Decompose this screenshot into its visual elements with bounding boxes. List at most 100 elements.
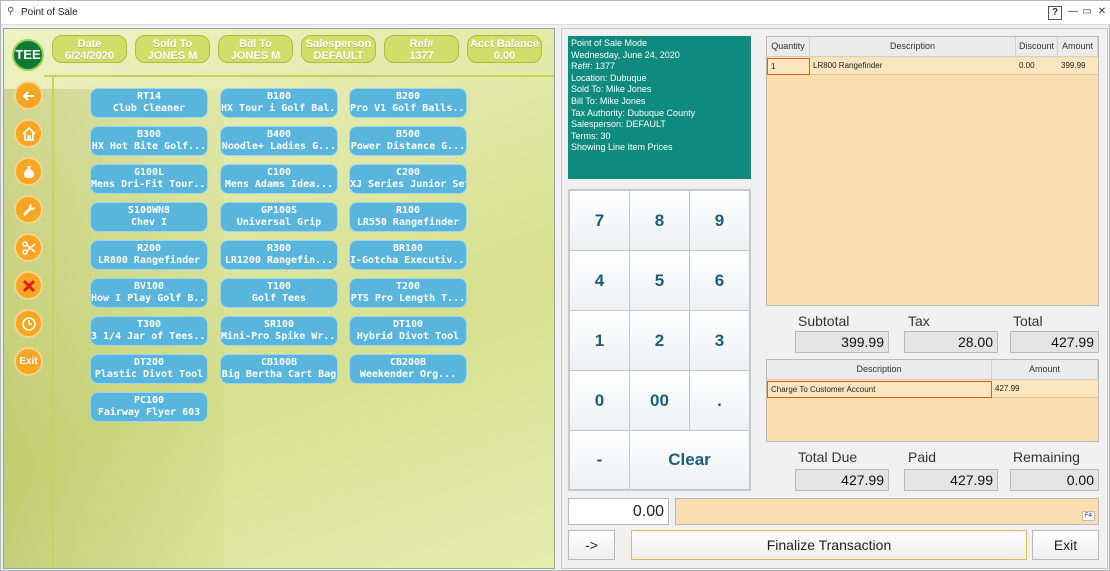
product-name: Club Cleaner (112, 103, 186, 114)
date-box[interactable]: Date 6/24/2020 (52, 35, 127, 63)
acct-balance-label: Acct Balance (469, 38, 540, 50)
maximize-button[interactable]: ▭ (1080, 6, 1094, 20)
product-button[interactable]: R300 LR1200 Rangefin... (220, 240, 338, 270)
product-button[interactable]: GP100S Universal Grip (220, 202, 338, 232)
arrow-button[interactable]: -> (568, 530, 615, 560)
clock-button[interactable] (14, 309, 43, 338)
discount-header[interactable]: Discount (1016, 37, 1058, 57)
transaction-info-panel: Point of Sale Mode Wednesday, June 24, 2… (568, 36, 751, 179)
line-items-grid[interactable]: Quantity Description Discount Amount 1 L… (766, 36, 1099, 306)
product-button[interactable]: T100 Golf Tees (220, 278, 338, 308)
product-button[interactable]: R100 LR550 Rangefinder (349, 202, 467, 232)
tools-button[interactable] (14, 195, 43, 224)
help-button[interactable]: ? (1048, 6, 1062, 20)
salesperson-label: Salesperson (305, 38, 372, 50)
payment-description-header[interactable]: Description (767, 360, 992, 380)
info-line: Ref#: 1377 (571, 61, 616, 72)
salesperson-box[interactable]: Salesperson DEFAULT (301, 35, 376, 63)
lookup-field[interactable]: F4 (675, 498, 1099, 525)
money-bag-button[interactable] (14, 157, 43, 186)
line-item-discount[interactable]: 0.00 (1016, 58, 1058, 75)
line-item-amount[interactable]: 399.99 (1058, 58, 1098, 75)
exit-button[interactable]: Exit (1032, 530, 1099, 560)
bill-to-box[interactable]: Bill To JONES M (218, 35, 293, 63)
scissors-button[interactable] (14, 233, 43, 262)
tee-logo-button[interactable]: TEE (12, 39, 44, 71)
key-2[interactable]: 2 (629, 310, 690, 371)
product-code: DT200 (133, 357, 165, 368)
product-button[interactable]: PC100 Fairway Flyer 603 (90, 392, 208, 422)
product-button[interactable]: R200 LR800 Rangefinder (90, 240, 208, 270)
product-name: How I Play Golf B... (91, 293, 208, 304)
minimize-button[interactable]: — (1066, 6, 1080, 20)
key-3[interactable]: 3 (689, 310, 750, 371)
amount-entry-field[interactable]: 0.00 (568, 498, 669, 525)
product-button[interactable]: B400 Noodle+ Ladies G... (220, 126, 338, 156)
key-decimal[interactable]: . (689, 370, 750, 431)
amount-header[interactable]: Amount (1058, 37, 1098, 57)
home-button[interactable] (14, 119, 43, 148)
product-button[interactable]: B300 HX Hot Bite Golf... (90, 126, 208, 156)
payment-amount[interactable]: 427.99 (992, 381, 1098, 398)
key-5[interactable]: 5 (629, 250, 690, 311)
product-button[interactable]: RT14 Club Cleaner (90, 88, 208, 118)
product-button[interactable]: BV100 How I Play Golf B... (90, 278, 208, 308)
product-button[interactable]: T300 3 1/4 Jar of Tees... (90, 316, 208, 346)
product-button[interactable]: B100 HX Tour i Golf Bal... (220, 88, 338, 118)
payment-amount-header[interactable]: Amount (992, 360, 1098, 380)
product-code: CB200B (389, 357, 427, 368)
product-button[interactable]: BR100 I-Gotcha Executiv... (349, 240, 467, 270)
description-header[interactable]: Description (810, 37, 1016, 57)
product-code: R200 (136, 243, 162, 254)
product-button[interactable]: T200 PTS Pro Length T... (349, 278, 467, 308)
product-name: Power Distance G... (350, 141, 466, 152)
key-7[interactable]: 7 (569, 190, 630, 251)
key-1[interactable]: 1 (569, 310, 630, 371)
remaining-label: Remaining (1013, 449, 1080, 465)
key-0[interactable]: 0 (569, 370, 630, 431)
info-line: Terms: 30 (571, 130, 611, 141)
finalize-transaction-button[interactable]: Finalize Transaction (631, 530, 1027, 560)
product-button[interactable]: G100L Mens Dri-Fit Tour... (90, 164, 208, 194)
acct-balance-box[interactable]: Acct Balance 0.00 (467, 35, 542, 63)
line-item-quantity[interactable]: 1 (767, 58, 810, 75)
payments-grid[interactable]: Description Amount Charge To Customer Ac… (766, 359, 1099, 442)
product-button[interactable]: C100 Mens Adams Idea... (220, 164, 338, 194)
cancel-button[interactable] (14, 271, 43, 300)
product-button[interactable]: CB200B Weekender Org... (349, 354, 467, 384)
key-minus[interactable]: - (569, 430, 630, 490)
product-button[interactable]: DT100 Hybrid Divot Tool (349, 316, 467, 346)
payment-description[interactable]: Charge To Customer Account (767, 381, 992, 398)
close-button[interactable]: ✕ (1095, 6, 1109, 20)
product-code: C200 (395, 167, 421, 178)
acct-balance-value: 0.00 (493, 50, 516, 62)
key-4[interactable]: 4 (569, 250, 630, 311)
info-line: Showing Line Item Prices (571, 142, 673, 153)
product-name: Mens Dri-Fit Tour... (91, 179, 208, 190)
quantity-header[interactable]: Quantity (767, 37, 810, 57)
key-6[interactable]: 6 (689, 250, 750, 311)
bill-to-value: JONES M (230, 50, 281, 62)
product-name: Noodle+ Ladies G... (221, 141, 337, 152)
key-9[interactable]: 9 (689, 190, 750, 251)
sold-to-box[interactable]: Sold To JONES M (135, 35, 210, 63)
exit-side-button[interactable]: Exit (14, 347, 43, 376)
key-clear[interactable]: Clear (629, 430, 750, 490)
product-button[interactable]: B500 Power Distance G... (349, 126, 467, 156)
sold-to-label: Sold To (152, 38, 193, 50)
key-00[interactable]: 00 (629, 370, 690, 431)
total-due-value: 427.99 (795, 469, 889, 491)
product-button[interactable]: C200 XJ Series Junior Set (349, 164, 467, 194)
product-button[interactable]: S100WN8 Chev I (90, 202, 208, 232)
ref-box[interactable]: Ref# 1377 (384, 35, 459, 63)
product-button[interactable]: SR100 Mini-Pro Spike Wr... (220, 316, 338, 346)
key-8[interactable]: 8 (629, 190, 690, 251)
tax-value: 28.00 (904, 331, 998, 353)
back-button[interactable] (14, 81, 43, 110)
product-button[interactable]: CB100B Big Bertha Cart Bag (220, 354, 338, 384)
product-button[interactable]: DT200 Plastic Divot Tool (90, 354, 208, 384)
window-title: Point of Sale (21, 7, 78, 18)
line-item-description[interactable]: LR800 Rangefinder (810, 58, 1016, 75)
product-button[interactable]: B200 Pro V1 Golf Balls... (349, 88, 467, 118)
product-code: B200 (395, 91, 421, 102)
